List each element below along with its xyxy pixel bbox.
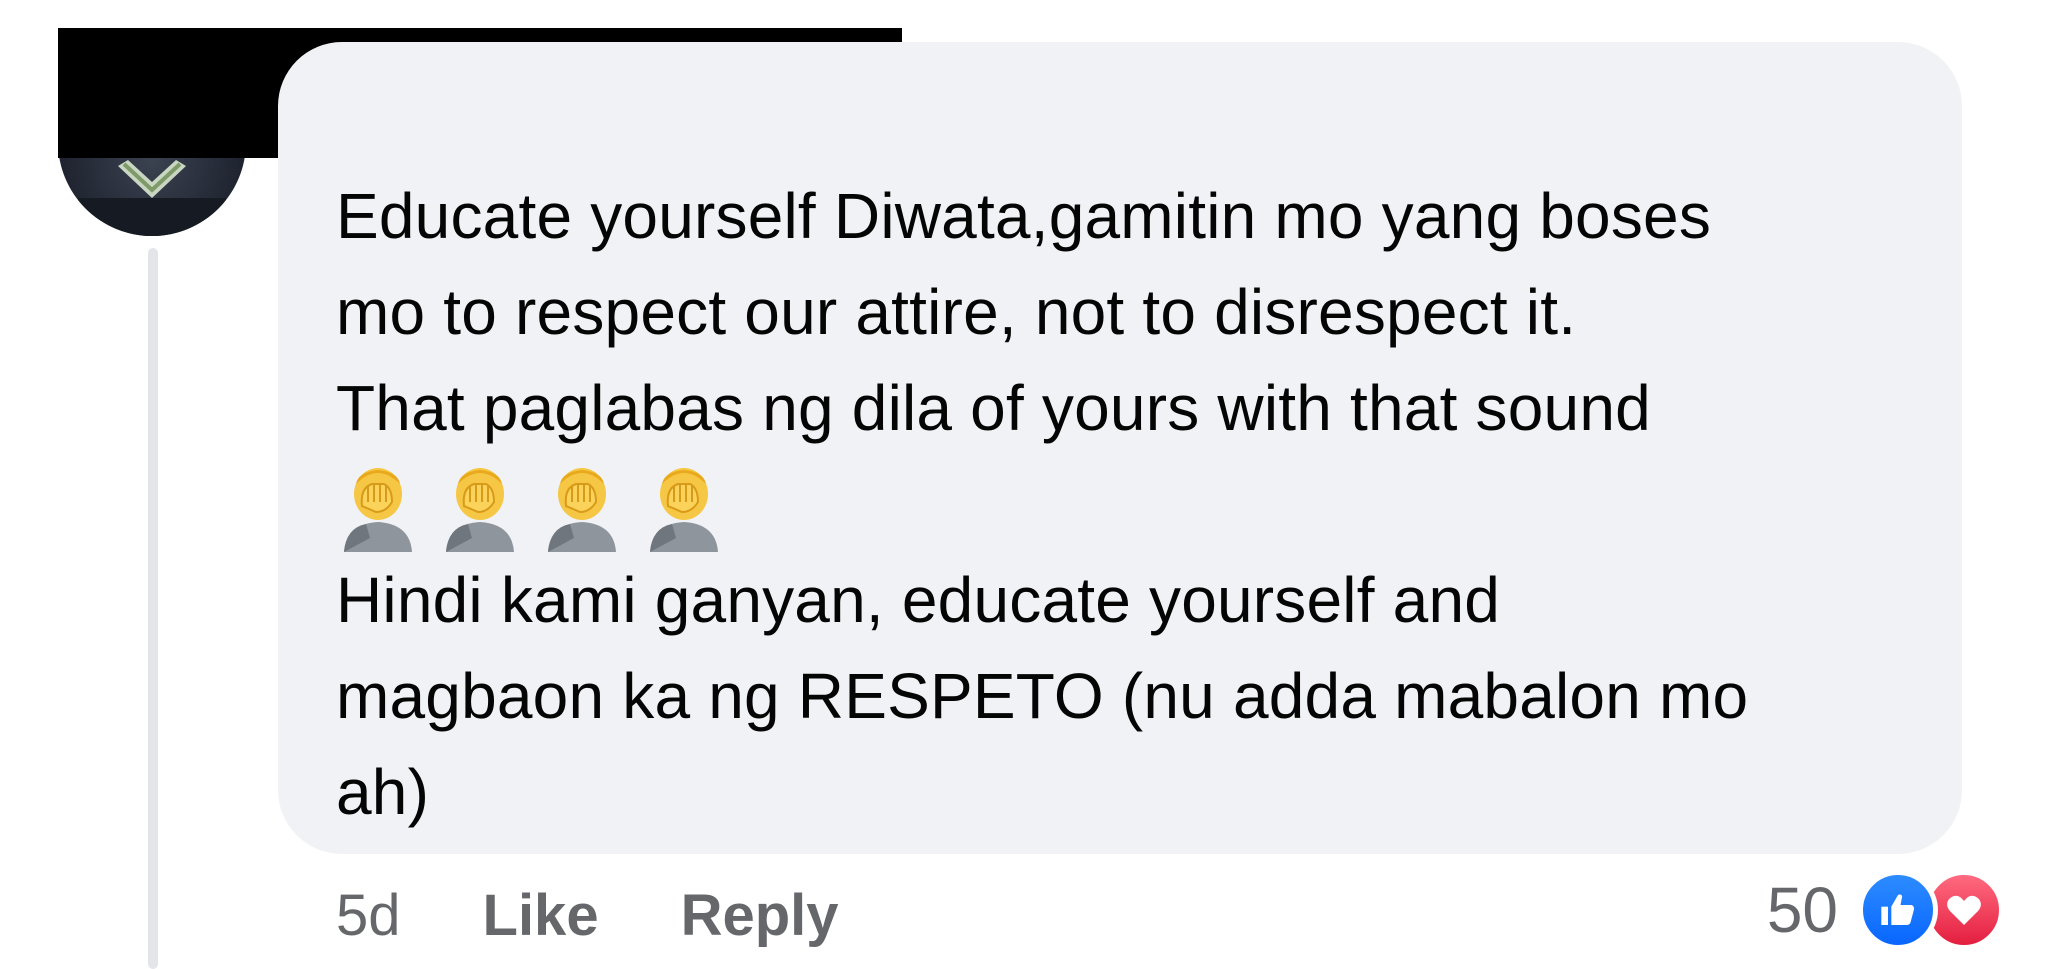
face-palm-emoji [446,468,514,552]
comment-line: mo to respect our attire, not to disresp… [336,276,1577,348]
comment-line: Hindi kami ganyan, educate yourself and [336,564,1501,636]
comment-screenshot: Educate yourself Diwata,gamitin mo yang … [0,0,2048,969]
reply-button[interactable]: Reply [681,882,839,949]
comment-line: ah) [336,756,430,828]
emoji-row [336,456,1936,552]
comment-line: magbaon ka ng RESPETO (nu adda mabalon m… [336,660,1749,732]
comment-actions: 5d Like Reply [336,880,839,950]
comment-line: Educate yourself Diwata,gamitin mo yang … [336,180,1712,252]
like-reaction-icon [1858,870,1938,950]
comment-timestamp[interactable]: 5d [336,882,401,949]
reply-thread-line [148,248,158,969]
face-palm-emoji [650,468,718,552]
face-palm-emoji [344,468,412,552]
face-palm-emoji [548,468,616,552]
like-button[interactable]: Like [483,882,599,949]
reaction-count: 50 [1766,874,1838,946]
reactions-summary[interactable]: 50 [1767,870,2008,950]
comment-line: That paglabas ng dila of yours with that… [336,372,1651,444]
reaction-icons [1858,870,2008,950]
comment-text: Educate yourself Diwata,gamitin mo yang … [336,168,1936,840]
